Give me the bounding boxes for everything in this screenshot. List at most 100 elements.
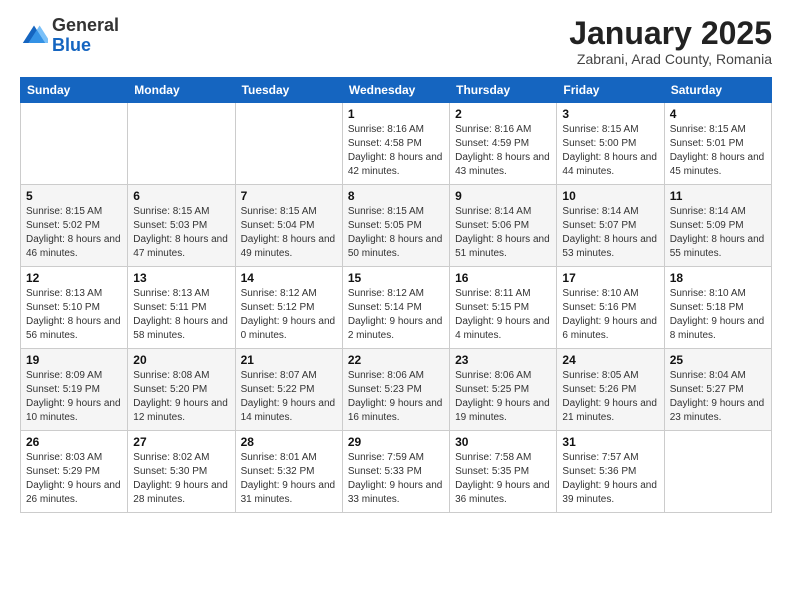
day-cell: 2 Sunrise: 8:16 AM Sunset: 4:59 PM Daylig… [450, 103, 557, 185]
day-cell: 11 Sunrise: 8:14 AM Sunset: 5:09 PM Dayli… [664, 185, 771, 267]
day-info: Sunrise: 8:07 AM Sunset: 5:22 PM Dayligh… [241, 369, 337, 425]
day-info: Sunrise: 8:14 AM Sunset: 5:07 PM Dayligh… [562, 205, 658, 261]
day-info: Sunrise: 8:15 AM Sunset: 5:03 PM Dayligh… [133, 205, 229, 261]
day-info: Sunrise: 8:02 AM Sunset: 5:30 PM Dayligh… [133, 451, 229, 507]
col-header-tuesday: Tuesday [235, 78, 342, 103]
day-info: Sunrise: 8:06 AM Sunset: 5:23 PM Dayligh… [348, 369, 444, 425]
day-info: Sunrise: 7:57 AM Sunset: 5:36 PM Dayligh… [562, 451, 658, 507]
title-block: January 2025 Zabrani, Arad County, Roman… [569, 16, 772, 67]
day-cell: 12 Sunrise: 8:13 AM Sunset: 5:10 PM Dayli… [21, 267, 128, 349]
day-info: Sunrise: 8:14 AM Sunset: 5:06 PM Dayligh… [455, 205, 551, 261]
day-number: 29 [348, 435, 444, 449]
day-number: 1 [348, 107, 444, 121]
day-number: 24 [562, 353, 658, 367]
day-number: 25 [670, 353, 766, 367]
day-cell: 28Sunrise: 8:01 AM Sunset: 5:32 PM Dayli… [235, 431, 342, 513]
day-cell [128, 103, 235, 185]
day-cell: 5Sunrise: 8:15 AM Sunset: 5:02 PM Daylig… [21, 185, 128, 267]
day-number: 26 [26, 435, 122, 449]
logo-text: General Blue [52, 16, 119, 56]
col-header-monday: Monday [128, 78, 235, 103]
day-info: Sunrise: 8:03 AM Sunset: 5:29 PM Dayligh… [26, 451, 122, 507]
day-cell [235, 103, 342, 185]
day-cell: 16 Sunrise: 8:11 AM Sunset: 5:15 PM Dayli… [450, 267, 557, 349]
day-cell: 27 Sunrise: 8:02 AM Sunset: 5:30 PM Dayli… [128, 431, 235, 513]
calendar-header-row: SundayMondayTuesdayWednesdayThursdayFrid… [21, 78, 772, 103]
logo-blue: Blue [52, 35, 91, 55]
day-number: 23 [455, 353, 551, 367]
day-cell: 26 Sunrise: 8:03 AM Sunset: 5:29 PM Dayli… [21, 431, 128, 513]
day-info: Sunrise: 8:12 AM Sunset: 5:12 PM Dayligh… [241, 287, 337, 343]
calendar-table: SundayMondayTuesdayWednesdayThursdayFrid… [20, 77, 772, 513]
week-row-4: 19Sunrise: 8:09 AM Sunset: 5:19 PM Dayli… [21, 349, 772, 431]
day-cell: 13 Sunrise: 8:13 AM Sunset: 5:11 PM Dayli… [128, 267, 235, 349]
day-cell: 24 Sunrise: 8:05 AM Sunset: 5:26 PM Dayli… [557, 349, 664, 431]
day-info: Sunrise: 8:15 AM Sunset: 5:01 PM Dayligh… [670, 123, 766, 179]
day-number: 7 [241, 189, 337, 203]
day-cell: 4Sunrise: 8:15 AM Sunset: 5:01 PM Daylig… [664, 103, 771, 185]
day-number: 17 [562, 271, 658, 285]
day-number: 18 [670, 271, 766, 285]
page: General Blue January 2025 Zabrani, Arad … [0, 0, 792, 612]
day-cell: 29Sunrise: 7:59 AM Sunset: 5:33 PM Dayli… [342, 431, 449, 513]
day-number: 8 [348, 189, 444, 203]
logo: General Blue [20, 16, 119, 56]
day-info: Sunrise: 8:10 AM Sunset: 5:16 PM Dayligh… [562, 287, 658, 343]
day-cell: 1 Sunrise: 8:16 AM Sunset: 4:58 PM Daylig… [342, 103, 449, 185]
day-info: Sunrise: 8:12 AM Sunset: 5:14 PM Dayligh… [348, 287, 444, 343]
day-number: 12 [26, 271, 122, 285]
day-cell: 14 Sunrise: 8:12 AM Sunset: 5:12 PM Dayli… [235, 267, 342, 349]
calendar-subtitle: Zabrani, Arad County, Romania [569, 51, 772, 67]
day-number: 3 [562, 107, 658, 121]
day-number: 14 [241, 271, 337, 285]
day-info: Sunrise: 8:01 AM Sunset: 5:32 PM Dayligh… [241, 451, 337, 507]
day-cell: 20 Sunrise: 8:08 AM Sunset: 5:20 PM Dayli… [128, 349, 235, 431]
day-number: 15 [348, 271, 444, 285]
day-info: Sunrise: 8:16 AM Sunset: 4:59 PM Dayligh… [455, 123, 551, 179]
day-info: Sunrise: 8:16 AM Sunset: 4:58 PM Dayligh… [348, 123, 444, 179]
day-cell: 19Sunrise: 8:09 AM Sunset: 5:19 PM Dayli… [21, 349, 128, 431]
day-info: Sunrise: 7:58 AM Sunset: 5:35 PM Dayligh… [455, 451, 551, 507]
day-cell: 22 Sunrise: 8:06 AM Sunset: 5:23 PM Dayli… [342, 349, 449, 431]
day-info: Sunrise: 8:08 AM Sunset: 5:20 PM Dayligh… [133, 369, 229, 425]
day-cell: 31 Sunrise: 7:57 AM Sunset: 5:36 PM Dayli… [557, 431, 664, 513]
day-number: 9 [455, 189, 551, 203]
day-cell: 25 Sunrise: 8:04 AM Sunset: 5:27 PM Dayli… [664, 349, 771, 431]
col-header-wednesday: Wednesday [342, 78, 449, 103]
day-number: 11 [670, 189, 766, 203]
day-info: Sunrise: 8:11 AM Sunset: 5:15 PM Dayligh… [455, 287, 551, 343]
day-info: Sunrise: 8:06 AM Sunset: 5:25 PM Dayligh… [455, 369, 551, 425]
day-cell [21, 103, 128, 185]
logo-icon [20, 22, 48, 50]
day-info: Sunrise: 8:05 AM Sunset: 5:26 PM Dayligh… [562, 369, 658, 425]
header: General Blue January 2025 Zabrani, Arad … [20, 16, 772, 67]
day-number: 21 [241, 353, 337, 367]
day-cell: 15 Sunrise: 8:12 AM Sunset: 5:14 PM Dayli… [342, 267, 449, 349]
day-info: Sunrise: 8:15 AM Sunset: 5:04 PM Dayligh… [241, 205, 337, 261]
week-row-1: 1 Sunrise: 8:16 AM Sunset: 4:58 PM Daylig… [21, 103, 772, 185]
day-number: 30 [455, 435, 551, 449]
day-number: 27 [133, 435, 229, 449]
day-cell: 23 Sunrise: 8:06 AM Sunset: 5:25 PM Dayli… [450, 349, 557, 431]
day-cell: 7 Sunrise: 8:15 AM Sunset: 5:04 PM Daylig… [235, 185, 342, 267]
day-info: Sunrise: 8:04 AM Sunset: 5:27 PM Dayligh… [670, 369, 766, 425]
day-number: 20 [133, 353, 229, 367]
day-number: 22 [348, 353, 444, 367]
day-cell: 6Sunrise: 8:15 AM Sunset: 5:03 PM Daylig… [128, 185, 235, 267]
day-number: 31 [562, 435, 658, 449]
day-info: Sunrise: 8:13 AM Sunset: 5:11 PM Dayligh… [133, 287, 229, 343]
week-row-3: 12 Sunrise: 8:13 AM Sunset: 5:10 PM Dayli… [21, 267, 772, 349]
day-info: Sunrise: 8:13 AM Sunset: 5:10 PM Dayligh… [26, 287, 122, 343]
day-info: Sunrise: 8:15 AM Sunset: 5:02 PM Dayligh… [26, 205, 122, 261]
day-cell: 10Sunrise: 8:14 AM Sunset: 5:07 PM Dayli… [557, 185, 664, 267]
day-cell: 17 Sunrise: 8:10 AM Sunset: 5:16 PM Dayli… [557, 267, 664, 349]
day-info: Sunrise: 8:14 AM Sunset: 5:09 PM Dayligh… [670, 205, 766, 261]
day-number: 2 [455, 107, 551, 121]
day-cell [664, 431, 771, 513]
day-cell: 9 Sunrise: 8:14 AM Sunset: 5:06 PM Daylig… [450, 185, 557, 267]
day-cell: 8Sunrise: 8:15 AM Sunset: 5:05 PM Daylig… [342, 185, 449, 267]
day-info: Sunrise: 8:15 AM Sunset: 5:00 PM Dayligh… [562, 123, 658, 179]
day-cell: 30 Sunrise: 7:58 AM Sunset: 5:35 PM Dayli… [450, 431, 557, 513]
day-number: 13 [133, 271, 229, 285]
day-number: 16 [455, 271, 551, 285]
